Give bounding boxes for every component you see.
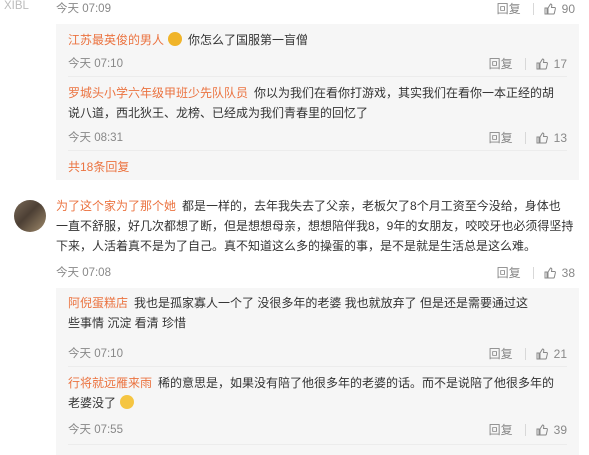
like-count: 39 xyxy=(553,422,567,437)
reply-author[interactable]: 江苏最英俊的男人 xyxy=(68,33,164,47)
reply-text-line: 些事情 沉淀 看清 珍惜 xyxy=(68,316,187,330)
thumbs-up-icon xyxy=(544,2,556,14)
comment-author[interactable]: 为了这个家为了那个她 xyxy=(56,199,176,213)
like-button[interactable]: 17 xyxy=(536,57,567,71)
thumbs-up-icon xyxy=(536,131,548,143)
comment-actions: 回复 38 xyxy=(497,264,575,281)
reply-author[interactable]: 罗城头小学六年级甲班少先队队员 xyxy=(68,86,248,100)
divider xyxy=(524,347,526,360)
comment-text-line: 一直不舒服，好几次都想了断，但是想想母亲，想想陪伴我8，9年的女朋友，咬咬牙也必… xyxy=(56,219,574,233)
truncated-text: XIBL xyxy=(4,0,29,12)
like-count: 21 xyxy=(553,346,567,361)
thumbs-up-icon xyxy=(544,266,556,278)
reply-item: 江苏最英俊的男人 你怎么了国服第一盲僧 xyxy=(68,30,308,50)
reply-time: 今天 07:10 xyxy=(68,348,123,360)
reply-actions: 回复 39 xyxy=(489,421,567,438)
divider xyxy=(524,423,526,436)
comment-actions: 回复 90 xyxy=(497,0,575,17)
reply-item: 阿倪蛋糕店 我也是孤家寡人一个了 没很多年的老婆 我也就放弃了 但是还是需要通过这… xyxy=(68,293,573,333)
like-button[interactable]: 38 xyxy=(544,266,575,280)
divider xyxy=(524,131,526,144)
reply-button[interactable]: 回复 xyxy=(497,264,521,281)
reply-text-line: 说八道，西北狄王、龙榜、已经成为我们青春里的回忆了 xyxy=(68,106,369,120)
reply-button[interactable]: 回复 xyxy=(489,421,513,438)
reply-actions: 回复 13 xyxy=(489,129,567,146)
reply-text-line: 我也是孤家寡人一个了 没很多年的老婆 我也就放弃了 但是还是需要通过这 xyxy=(134,296,529,310)
comment-body: 为了这个家为了那个她 都是一样的，去年我失去了父亲，老板欠了8个月工资至今没给，身… xyxy=(56,196,581,256)
like-button[interactable]: 13 xyxy=(536,131,567,145)
reply-text-line: 稀的意思是，如果没有陪了他很多年的老婆的话。而不是说陪了他很多年的 xyxy=(158,376,555,390)
reply-button[interactable]: 回复 xyxy=(497,0,521,17)
badge-icon xyxy=(168,32,183,46)
reply-text-line: 你以为我们在看你打游戏，其实我们在看你一本正经的胡 xyxy=(254,86,555,100)
reply-author[interactable]: 阿倪蛋糕店 xyxy=(68,296,128,310)
like-button[interactable]: 21 xyxy=(536,347,567,361)
divider xyxy=(68,76,567,77)
divider xyxy=(524,57,526,70)
divider xyxy=(68,366,567,367)
reply-time: 今天 07:10 xyxy=(68,58,123,70)
reply-actions: 回复 17 xyxy=(489,55,567,72)
reply-author[interactable]: 行将就远雁来雨 xyxy=(68,376,152,390)
reply-time: 今天 08:31 xyxy=(68,132,123,144)
reply-item: 行将就远雁来雨 稀的意思是，如果没有陪了他很多年的老婆的话。而不是说陪了他很多年的… xyxy=(68,373,573,413)
like-count: 17 xyxy=(553,56,567,71)
divider xyxy=(68,150,567,151)
divider xyxy=(68,444,567,445)
comment-time: 今天 07:09 xyxy=(56,3,111,15)
reply-text-line: 老婆没了 xyxy=(68,396,117,410)
reply-actions: 回复 21 xyxy=(489,345,567,362)
like-count: 13 xyxy=(553,130,567,145)
reply-text: 你怎么了国服第一盲僧 xyxy=(188,33,309,47)
divider xyxy=(532,2,534,15)
like-count: 38 xyxy=(561,265,575,280)
comment-text-line: 都是一样的，去年我失去了父亲，老板欠了8个月工资至今没给，身体也 xyxy=(182,199,561,213)
thumbs-up-icon xyxy=(536,347,548,359)
reply-time: 今天 07:55 xyxy=(68,424,123,436)
reply-button[interactable]: 回复 xyxy=(489,129,513,146)
reply-button[interactable]: 回复 xyxy=(489,55,513,72)
comment-time: 今天 07:08 xyxy=(56,267,111,279)
thumbs-up-icon xyxy=(536,423,548,435)
avatar[interactable] xyxy=(14,200,46,232)
like-button[interactable]: 39 xyxy=(536,423,567,437)
reply-button[interactable]: 回复 xyxy=(489,345,513,362)
laughing-emoji-icon xyxy=(120,395,135,409)
thumbs-up-icon xyxy=(536,57,548,69)
like-count: 90 xyxy=(561,1,575,16)
like-button[interactable]: 90 xyxy=(544,2,575,16)
comment-text-line: 下来，人活着真不是为了自己。真不知道这么多的操蛋的事，是不是就是生活总是这么难。 xyxy=(56,239,537,253)
divider xyxy=(532,266,534,279)
reply-item: 罗城头小学六年级甲班少先队队员 你以为我们在看你打游戏，其实我们在看你一本正经的胡… xyxy=(68,83,573,123)
more-replies-link[interactable]: 共18条回复 xyxy=(68,158,129,175)
